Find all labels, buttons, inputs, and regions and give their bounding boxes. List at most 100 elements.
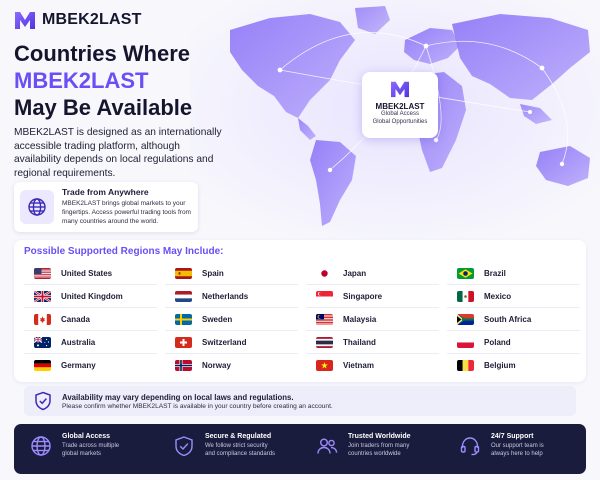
badge-line-2: Global Opportunities: [372, 118, 428, 125]
footer-item-line: and compliance standards: [205, 451, 276, 457]
flag-spain-icon: [175, 267, 192, 279]
map-brand-badge: MBEK2LAST Global Access Global Opportuni…: [362, 72, 438, 138]
footer-item-line: Our support team is: [491, 443, 544, 449]
flag-us-icon: [34, 267, 51, 279]
country-name: Canada: [61, 314, 90, 324]
country-name: Mexico: [484, 291, 512, 301]
badge-line-1: Global Access: [380, 111, 420, 117]
country-name: Singapore: [343, 291, 383, 301]
regions-grid: United States United Kingdom Canada Aust…: [24, 262, 580, 377]
country-item: Sweden: [165, 308, 298, 331]
shield-check-icon: [175, 436, 193, 457]
country-item: Spain: [165, 262, 298, 285]
flag-vietnam-icon: [316, 360, 333, 371]
flag-poland-icon: [457, 336, 474, 348]
feature-text: MBEK2LAST brings global markets to your …: [62, 200, 191, 225]
flag-thailand-icon: [316, 336, 333, 348]
flag-switzerland-icon: [175, 336, 192, 348]
headset-icon: [460, 437, 480, 456]
country-name: Switzerland: [202, 337, 247, 347]
regions-column: Brazil Mexico South Africa Poland Belgiu…: [447, 262, 580, 377]
country-item: Mexico: [447, 285, 580, 308]
flag-japan-icon: [316, 267, 333, 279]
flag-germany-icon: [34, 360, 51, 371]
brand-logo[interactable]: MBEK2LAST: [14, 10, 142, 30]
regions-column: Spain Netherlands Sweden Switzerland Nor…: [165, 262, 298, 377]
footer-item-line: Trade across multiple: [62, 443, 120, 449]
footer-item-title: 24/7 Support: [491, 433, 534, 440]
notice-text: Please confirm whether MBEK2LAST is avai…: [62, 402, 333, 410]
country-name: Australia: [61, 337, 96, 347]
country-item: Japan: [306, 262, 439, 285]
flag-malaysia-icon: [316, 313, 333, 325]
country-name: South Africa: [484, 314, 532, 324]
flag-uk-icon: [34, 290, 51, 302]
shield-check-icon: [35, 391, 51, 411]
country-item: Malaysia: [306, 308, 439, 331]
country-item: Singapore: [306, 285, 439, 308]
footer-item-line: always here to help: [491, 451, 543, 457]
country-name: Poland: [484, 337, 511, 347]
features-footer: Global Access Trade across multiple glob…: [14, 424, 586, 474]
feature-card: Trade from Anywhere MBEK2LAST brings glo…: [14, 182, 198, 232]
flag-sweden-icon: [175, 313, 192, 325]
globe-icon: [20, 190, 54, 224]
footer-item-line: global markets: [62, 451, 102, 457]
title-line-2: MBEK2LAST: [14, 68, 149, 93]
country-name: Spain: [202, 268, 224, 278]
footer-item-support: 24/7 Support Our support team is always …: [443, 424, 586, 474]
hero-description: MBEK2LAST is designed as an internationa…: [14, 127, 222, 179]
notice-title: Availability may vary depending on local…: [62, 392, 294, 402]
footer-item-trusted: Trusted Worldwide Join traders from many…: [300, 424, 443, 474]
country-name: Brazil: [484, 268, 506, 278]
country-name: Belgium: [484, 361, 516, 370]
brand-logo-icon: [391, 81, 409, 98]
country-name: Sweden: [202, 314, 233, 324]
country-name: Vietnam: [343, 361, 374, 370]
country-item: Germany: [24, 354, 157, 377]
regions-column: United States United Kingdom Canada Aust…: [24, 262, 157, 377]
flag-norway-icon: [175, 360, 192, 371]
country-item: Thailand: [306, 331, 439, 354]
country-name: Japan: [343, 268, 367, 278]
country-item: United States: [24, 262, 157, 285]
brand-name: MBEK2LAST: [42, 11, 142, 28]
footer-item-line: Join traders from many: [348, 443, 410, 449]
country-item: Norway: [165, 354, 298, 377]
country-name: United Kingdom: [61, 291, 123, 301]
flag-singapore-icon: [316, 290, 333, 302]
availability-notice: Availability may vary depending on local…: [24, 386, 576, 416]
title-line-3: May Be Available: [14, 95, 193, 120]
brand-logo-icon: [15, 12, 35, 29]
country-name: Germany: [61, 361, 96, 370]
country-name: Thailand: [343, 337, 376, 347]
country-item: Poland: [447, 331, 580, 354]
flag-belgium-icon: [457, 360, 474, 371]
country-name: Malaysia: [343, 314, 377, 324]
globe-icon: [31, 436, 51, 456]
footer-item-global-access: Global Access Trade across multiple glob…: [14, 424, 157, 474]
flag-canada-icon: [34, 313, 51, 325]
country-name: Netherlands: [202, 291, 249, 301]
footer-item-title: Trusted Worldwide: [348, 433, 411, 440]
country-item: United Kingdom: [24, 285, 157, 308]
regions-column: Japan Singapore Malaysia Thailand Vietna…: [306, 262, 439, 377]
footer-item-title: Global Access: [62, 433, 110, 440]
country-item: Switzerland: [165, 331, 298, 354]
footer-item-secure: Secure & Regulated We follow strict secu…: [157, 424, 300, 474]
badge-brand-name: MBEK2LAST: [375, 102, 425, 111]
flag-brazil-icon: [457, 267, 474, 279]
flag-south-africa-icon: [457, 313, 474, 325]
regions-panel: Possible Supported Regions May Include: …: [14, 240, 586, 382]
country-name: United States: [61, 268, 113, 278]
users-icon: [317, 438, 338, 454]
country-item: Netherlands: [165, 285, 298, 308]
country-item: Canada: [24, 308, 157, 331]
flag-australia-icon: [34, 336, 51, 348]
footer-item-title: Secure & Regulated: [205, 433, 272, 440]
flag-netherlands-icon: [175, 290, 192, 302]
country-item: Brazil: [447, 262, 580, 285]
country-item: Australia: [24, 331, 157, 354]
regions-title: Possible Supported Regions May Include:: [24, 246, 224, 257]
footer-item-line: We follow strict security: [205, 443, 268, 449]
